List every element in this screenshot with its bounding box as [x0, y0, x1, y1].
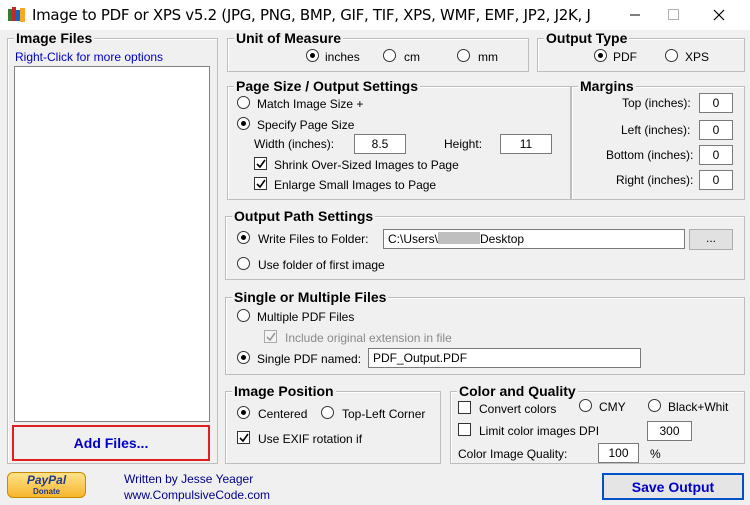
margin-right-label: Right (inches): — [616, 173, 694, 187]
website-link[interactable]: www.CompulsiveCode.com — [124, 488, 270, 502]
page-size-heading: Page Size / Output Settings — [234, 78, 421, 94]
checkmark-icon — [239, 433, 249, 443]
exif-rotation-checkbox[interactable] — [237, 431, 250, 444]
author-credit: Written by Jesse Yeager — [124, 472, 254, 486]
folder-path-prefix: C:\Users\ — [388, 232, 439, 246]
unit-inches-label: inches — [325, 50, 360, 64]
maximize-button[interactable] — [650, 0, 696, 30]
limit-dpi-input[interactable]: 300 — [647, 421, 692, 441]
multiple-files-label: Multiple PDF Files — [257, 310, 355, 324]
output-pdf-label: PDF — [613, 50, 637, 64]
include-extension-label: Include original extension in file — [285, 331, 452, 345]
quality-input[interactable]: 100 — [598, 443, 639, 463]
image-position-group: Image Position — [225, 383, 441, 464]
centered-label: Centered — [258, 407, 308, 421]
margin-right-input[interactable]: 0 — [699, 170, 733, 190]
browse-button[interactable]: ... — [689, 229, 733, 250]
margin-bottom-input[interactable]: 0 — [699, 145, 733, 165]
convert-colors-label: Convert colors — [479, 402, 557, 416]
black-white-radio[interactable] — [648, 399, 661, 412]
shrink-label: Shrink Over-Sized Images to Page — [274, 158, 459, 172]
write-to-folder-radio[interactable] — [237, 231, 250, 244]
add-files-label: Add Files... — [73, 435, 149, 451]
margin-left-label: Left (inches): — [621, 123, 691, 137]
close-button[interactable] — [696, 0, 742, 30]
unit-inches-radio[interactable] — [306, 49, 319, 62]
width-input[interactable]: 8.5 — [354, 134, 406, 154]
unit-cm-label: cm — [404, 50, 420, 64]
top-left-radio[interactable] — [321, 406, 334, 419]
single-file-radio[interactable] — [237, 351, 250, 364]
output-pdf-radio[interactable] — [594, 49, 607, 62]
height-label: Height: — [444, 137, 483, 151]
app-icon — [8, 7, 25, 22]
color-quality-heading: Color and Quality — [457, 383, 578, 399]
paypal-donate-button[interactable]: PayPal Donate — [7, 472, 86, 498]
shrink-checkbox[interactable] — [254, 157, 267, 170]
margin-top-input[interactable]: 0 — [699, 93, 733, 113]
unit-cm-radio[interactable] — [383, 49, 396, 62]
image-position-heading: Image Position — [232, 383, 336, 399]
specify-page-size-label: Specify Page Size — [257, 118, 355, 132]
first-image-folder-radio[interactable] — [237, 257, 250, 270]
margin-top-label: Top (inches): — [622, 96, 691, 110]
unit-mm-radio[interactable] — [457, 49, 470, 62]
enlarge-checkbox[interactable] — [254, 177, 267, 190]
centered-radio[interactable] — [237, 406, 250, 419]
exif-rotation-label: Use EXIF rotation if — [258, 432, 363, 446]
margin-bottom-label: Bottom (inches): — [606, 148, 694, 162]
cmy-radio[interactable] — [579, 399, 592, 412]
single-file-name-input[interactable]: PDF_Output.PDF — [368, 348, 641, 368]
image-files-list[interactable] — [14, 66, 210, 422]
convert-colors-checkbox[interactable] — [458, 401, 471, 414]
multiple-files-radio[interactable] — [237, 309, 250, 322]
add-files-button[interactable]: Add Files... — [12, 425, 210, 461]
folder-path-input[interactable]: C:\Users\ Desktop — [383, 229, 685, 249]
margins-heading: Margins — [578, 78, 636, 94]
quality-label: Color Image Quality: — [458, 447, 568, 461]
margin-left-input[interactable]: 0 — [699, 120, 733, 140]
top-left-label: Top-Left Corner — [342, 407, 426, 421]
unit-of-measure-heading: Unit of Measure — [234, 30, 344, 46]
match-image-size-label: Match Image Size + — [257, 97, 364, 111]
checkmark-icon — [266, 332, 276, 342]
write-to-folder-label: Write Files to Folder: — [258, 232, 369, 246]
image-files-heading: Image Files — [14, 30, 95, 46]
single-multiple-heading: Single or Multiple Files — [232, 289, 389, 305]
black-white-label: Black+Whit — [668, 400, 729, 414]
close-icon — [713, 9, 725, 21]
match-image-size-radio[interactable] — [237, 96, 250, 109]
paypal-donate-label: Donate — [32, 487, 61, 496]
first-image-folder-label: Use folder of first image — [258, 258, 385, 272]
paypal-logo: PayPal — [26, 473, 67, 487]
output-type-heading: Output Type — [544, 30, 630, 46]
save-output-button[interactable]: Save Output — [602, 473, 744, 500]
title-bar: Image to PDF or XPS v5.2 (JPG, PNG, BMP,… — [0, 0, 750, 30]
unit-mm-label: mm — [478, 50, 498, 64]
height-input[interactable]: 11 — [500, 134, 552, 154]
redacted-username — [438, 232, 481, 244]
window-title: Image to PDF or XPS v5.2 (JPG, PNG, BMP,… — [32, 6, 592, 24]
output-xps-label: XPS — [685, 50, 710, 64]
maximize-icon — [668, 9, 679, 20]
output-xps-radio[interactable] — [665, 49, 678, 62]
enlarge-label: Enlarge Small Images to Page — [274, 178, 437, 192]
checkmark-icon — [256, 179, 266, 189]
folder-path-suffix: Desktop — [480, 232, 525, 246]
image-files-hint: Right-Click for more options — [15, 50, 164, 64]
checkmark-icon — [256, 159, 266, 169]
output-path-heading: Output Path Settings — [232, 208, 376, 224]
limit-dpi-checkbox[interactable] — [458, 423, 471, 436]
width-label: Width (inches): — [254, 137, 335, 151]
browse-label: ... — [705, 231, 716, 245]
output-type-group: Output Type — [537, 30, 745, 72]
include-extension-checkbox[interactable] — [264, 330, 277, 343]
quality-unit: % — [650, 447, 661, 461]
limit-dpi-label: Limit color images DPI — [479, 424, 600, 438]
cmy-label: CMY — [599, 400, 626, 414]
save-output-label: Save Output — [631, 479, 715, 495]
specify-page-size-radio[interactable] — [237, 117, 250, 130]
single-file-label: Single PDF named: — [257, 352, 362, 366]
